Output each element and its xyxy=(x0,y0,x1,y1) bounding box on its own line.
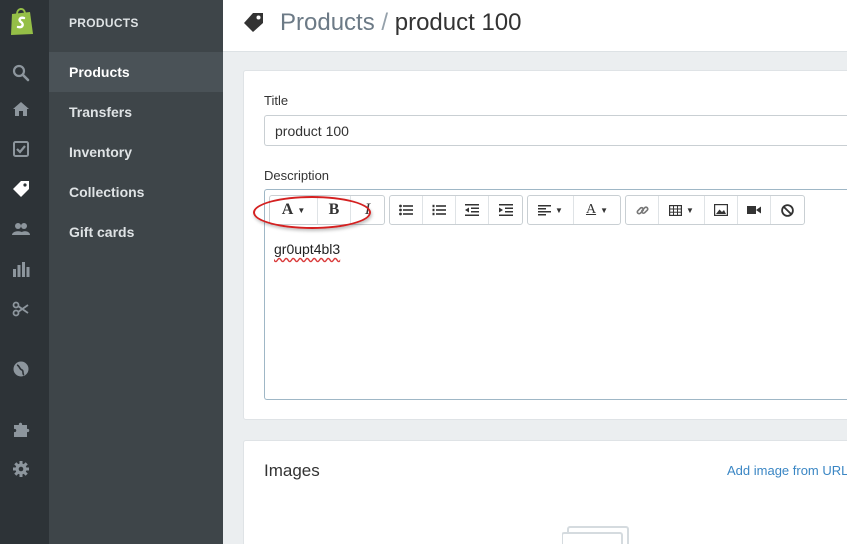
sales-channels-globe-icon[interactable] xyxy=(10,358,32,380)
subnav-item-gift-cards[interactable]: Gift cards xyxy=(49,212,223,252)
clear-formatting-icon[interactable] xyxy=(771,196,804,224)
bullet-list-icon[interactable] xyxy=(390,196,423,224)
settings-gear-icon[interactable] xyxy=(10,458,32,480)
subnav-section-title: PRODUCTS xyxy=(69,16,139,30)
outdent-icon[interactable] xyxy=(456,196,489,224)
breadcrumb-products-link[interactable]: Products xyxy=(280,9,375,36)
text-color-icon[interactable]: A ▼ xyxy=(574,196,620,224)
toolbar-group-insert: ▼ xyxy=(625,195,805,225)
customers-icon[interactable] xyxy=(10,218,32,240)
page-title: product 100 xyxy=(394,9,522,36)
icon-rail xyxy=(0,0,49,544)
breadcrumb: Products / product 100 xyxy=(280,9,522,37)
title-label: Title xyxy=(264,93,289,108)
toolbar-group-align: ▼ A ▼ xyxy=(527,195,621,225)
add-image-from-url-link[interactable]: Add image from URL xyxy=(727,463,847,478)
description-text[interactable]: gr0upt4bl3 xyxy=(274,241,340,257)
indent-icon[interactable] xyxy=(489,196,522,224)
orders-icon[interactable] xyxy=(10,138,32,160)
page-header: Products / product 100 xyxy=(223,0,847,52)
numbered-list-icon[interactable] xyxy=(423,196,456,224)
products-tag-icon[interactable] xyxy=(10,178,32,200)
images-card: Images Add image from URL xyxy=(243,440,847,544)
toolbar-group-lists xyxy=(389,195,523,225)
subnav-item-products[interactable]: Products xyxy=(49,52,223,92)
description-label: Description xyxy=(264,168,330,183)
search-icon[interactable] xyxy=(10,62,32,84)
subnav-item-inventory[interactable]: Inventory xyxy=(49,132,223,172)
discounts-icon[interactable] xyxy=(10,298,32,320)
link-icon[interactable] xyxy=(626,196,659,224)
reports-icon[interactable] xyxy=(10,258,32,280)
images-heading: Images xyxy=(264,461,320,480)
description-editor[interactable]: A ▼ B I ▼ A ▼ ▼ xyxy=(253,189,847,400)
tag-icon xyxy=(243,11,265,33)
video-icon[interactable] xyxy=(738,196,771,224)
annotation-circle xyxy=(253,196,371,229)
table-icon[interactable]: ▼ xyxy=(659,196,705,224)
breadcrumb-separator: / xyxy=(381,9,389,36)
align-left-icon[interactable]: ▼ xyxy=(528,196,574,224)
image-placeholder-icon xyxy=(561,525,634,544)
subnav-item-collections[interactable]: Collections xyxy=(49,172,223,212)
image-icon[interactable] xyxy=(705,196,738,224)
products-subnav: PRODUCTS Products Transfers Inventory Co… xyxy=(49,0,223,544)
home-icon[interactable] xyxy=(10,98,32,120)
shopify-bag-icon[interactable] xyxy=(8,6,36,36)
apps-puzzle-icon[interactable] xyxy=(10,418,32,440)
subnav-item-transfers[interactable]: Transfers xyxy=(49,92,223,132)
product-details-card: Title Description A▼ B I xyxy=(243,70,847,420)
title-input[interactable] xyxy=(264,115,847,146)
